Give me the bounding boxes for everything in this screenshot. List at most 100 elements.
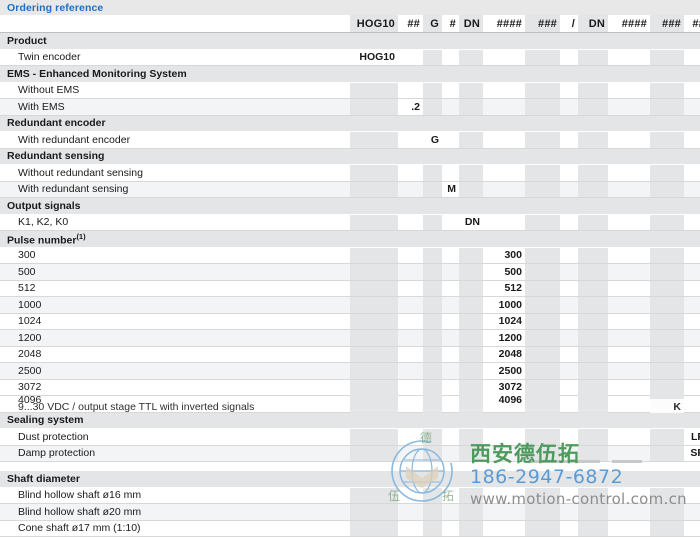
code-cell-8 xyxy=(578,314,608,330)
code-cell-2 xyxy=(423,33,442,49)
option-row[interactable]: Damp protectionSR xyxy=(0,446,700,463)
code-cell-10 xyxy=(650,182,684,198)
option-row[interactable]: 20482048 xyxy=(0,347,700,364)
code-cell-10 xyxy=(650,521,684,537)
option-row[interactable]: 25002500 xyxy=(0,363,700,380)
option-label: Blind hollow shaft ø20 mm xyxy=(0,504,350,520)
code-cell-2 xyxy=(423,281,442,297)
code-cell-3 xyxy=(442,50,459,66)
code-cell-3 xyxy=(442,363,459,379)
code-cell-2 xyxy=(423,116,442,132)
code-cell-1 xyxy=(398,182,423,198)
code-cell-11 xyxy=(684,264,700,280)
option-row[interactable]: 300300 xyxy=(0,248,700,265)
code-columns xyxy=(350,116,700,132)
code-cell-0 xyxy=(350,165,398,181)
code-columns xyxy=(350,413,700,429)
option-row[interactable]: Without redundant sensing xyxy=(0,165,700,182)
code-cell-7 xyxy=(560,165,578,181)
code-cell-2 xyxy=(423,83,442,99)
overlapping-row[interactable]: 409640969...30 VDC / output stage TTL wi… xyxy=(0,396,700,413)
code-cell-7 xyxy=(560,314,578,330)
option-label: Cone shaft ø17 mm (1:10) xyxy=(0,520,350,536)
code-value-cell: 300 xyxy=(483,248,525,264)
code-cell-0 xyxy=(350,314,398,330)
code-cell-2 xyxy=(423,429,442,445)
code-cell-7 xyxy=(560,50,578,66)
code-value-cell: SR xyxy=(684,446,700,462)
option-row[interactable]: 10241024 xyxy=(0,314,700,331)
option-label: 500 xyxy=(0,264,350,280)
code-cell-9 xyxy=(608,33,650,49)
option-row[interactable]: 10001000 xyxy=(0,297,700,314)
code-value-cell: M xyxy=(442,182,459,198)
code-cell-4 xyxy=(459,281,483,297)
code-cell-9 xyxy=(608,66,650,82)
code-cell-6 xyxy=(525,33,560,49)
code-cell-9 xyxy=(608,330,650,346)
option-row[interactable]: 512512 xyxy=(0,281,700,298)
code-columns: 20H7 xyxy=(350,504,700,520)
code-value-cell: DN xyxy=(459,215,483,231)
option-row[interactable]: Blind hollow shaft ø16 mm16H7 xyxy=(0,488,700,505)
code-cell-4 xyxy=(459,314,483,330)
code-cell-1 xyxy=(398,347,423,363)
code-cell-7 xyxy=(560,83,578,99)
option-row[interactable]: With EMS.2 xyxy=(0,99,700,116)
option-row[interactable]: With redundant sensingM xyxy=(0,182,700,199)
code-cell-0 xyxy=(350,264,398,280)
code-cell-0 xyxy=(350,488,398,504)
code-cell-3 xyxy=(442,215,459,231)
option-row[interactable]: 12001200 xyxy=(0,330,700,347)
code-cell-1 xyxy=(398,83,423,99)
option-row[interactable]: Dust protectionLR xyxy=(0,429,700,446)
code-cell-2 xyxy=(423,504,442,520)
code-cell-4 xyxy=(459,116,483,132)
code-cell-4 xyxy=(459,182,483,198)
code-cell-4 xyxy=(459,471,483,487)
code-cell-7 xyxy=(560,429,578,445)
code-cell-1 xyxy=(398,165,423,181)
code-cell-2 xyxy=(423,248,442,264)
page-title: Ordering reference xyxy=(7,2,103,14)
code-cell-10 xyxy=(650,413,684,429)
code-cell-5 xyxy=(483,182,525,198)
option-row[interactable]: Blind hollow shaft ø20 mm20H7 xyxy=(0,504,700,521)
code-cell-4 xyxy=(459,248,483,264)
code-cell-2 xyxy=(423,363,442,379)
code-cell-4 xyxy=(459,363,483,379)
code-cell-0 xyxy=(350,215,398,231)
code-cell-10 xyxy=(650,488,684,504)
code-cell-7 xyxy=(560,471,578,487)
code-cell-1 xyxy=(398,446,423,462)
code-cell-11 xyxy=(684,347,700,363)
code-cell-3 xyxy=(442,231,459,247)
code-cell-0 xyxy=(350,248,398,264)
code-cell-3 xyxy=(442,446,459,462)
code-cell-1 xyxy=(398,330,423,346)
code-cell-2 xyxy=(423,314,442,330)
footnote-marker: (1) xyxy=(76,232,85,241)
code-cell-0 xyxy=(350,281,398,297)
code-cell-6 xyxy=(525,363,560,379)
code-cell-4 xyxy=(459,429,483,445)
section-spacer xyxy=(0,462,700,471)
code-cell-11 xyxy=(684,488,700,504)
option-row[interactable]: 500500 xyxy=(0,264,700,281)
section-header-label: Product xyxy=(0,33,350,49)
code-cell-2 xyxy=(423,488,442,504)
option-row[interactable]: With redundant encoderG xyxy=(0,132,700,149)
code-cell-7 xyxy=(560,297,578,313)
code-cell-3 xyxy=(442,83,459,99)
option-row[interactable]: Twin encoderHOG10 xyxy=(0,50,700,67)
code-cell-5 xyxy=(483,83,525,99)
option-row[interactable]: Without EMS xyxy=(0,83,700,100)
code-cell-3 xyxy=(442,413,459,429)
code-cell-5 xyxy=(483,504,525,520)
code-columns: M xyxy=(350,182,700,198)
code-cell-6 xyxy=(525,521,560,537)
code-cell-9 xyxy=(608,521,650,537)
code-cell-0 xyxy=(350,521,398,537)
option-row[interactable]: Cone shaft ø17 mm (1:10)17K xyxy=(0,521,700,537)
code-cell-0 xyxy=(350,149,398,165)
